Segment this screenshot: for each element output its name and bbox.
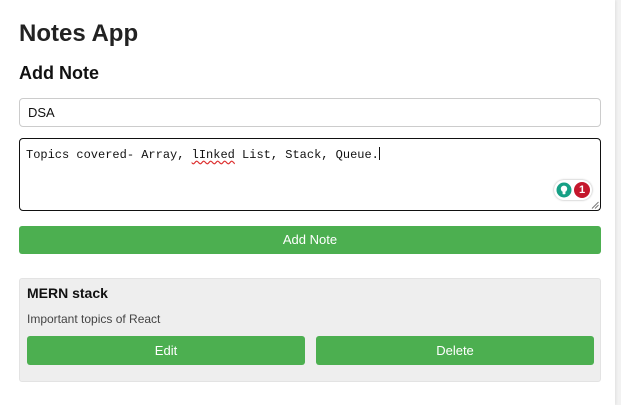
note-title: MERN stack xyxy=(27,285,108,301)
misspelled-word: lInked xyxy=(191,148,235,162)
app-title: Notes App xyxy=(19,20,139,47)
bulb-icon xyxy=(556,182,572,198)
note-content-textarea[interactable]: Topics covered- Array, lInked List, Stac… xyxy=(19,138,601,211)
content-after-typo: List, Stack, Queue. xyxy=(234,148,379,162)
edit-note-button[interactable]: Edit xyxy=(27,336,305,365)
note-title-input[interactable]: DSA xyxy=(19,98,601,127)
writing-assistant-widget[interactable]: 1 xyxy=(554,180,592,200)
suggestion-count-badge: 1 xyxy=(574,182,590,198)
note-content: Important topics of React xyxy=(27,312,161,326)
content-before-typo: Topics covered- Array, xyxy=(26,148,192,162)
resize-grip-icon[interactable] xyxy=(591,201,599,209)
notes-app-page: Notes App Add Note DSA Topics covered- A… xyxy=(0,0,615,405)
note-content-text: Topics covered- Array, lInked List, Stac… xyxy=(26,148,379,162)
add-note-button[interactable]: Add Note xyxy=(19,226,601,254)
text-caret xyxy=(378,147,380,160)
add-note-heading: Add Note xyxy=(19,63,99,83)
note-card: MERN stack Important topics of React Edi… xyxy=(19,278,601,382)
delete-note-button[interactable]: Delete xyxy=(316,336,594,365)
